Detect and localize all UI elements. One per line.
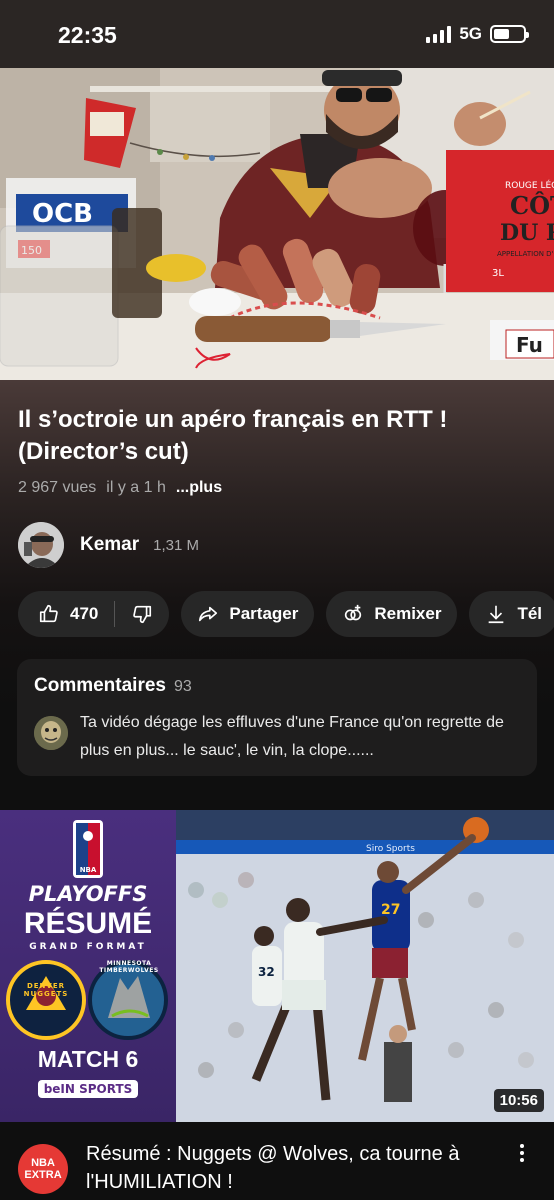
duration-badge: 10:56 xyxy=(493,1089,544,1112)
video-frame: ROUGE LÉG CÔTE DU RHÔ APPELLATION D'ORIG… xyxy=(0,68,554,380)
comments-header: Commentaires 93 xyxy=(34,675,192,697)
status-icons: 5G xyxy=(426,24,529,44)
jersey-number-right: 27 xyxy=(381,902,400,918)
avatar[interactable] xyxy=(18,522,64,568)
nba-extra-line2: EXTRA xyxy=(24,1169,62,1181)
basketball-photo: Siro Sports 27 32 xyxy=(176,810,554,1122)
thumbnail-promo-panel: NBA PLAYOFFS RÉSUMÉ GRAND FORMAT DENVER … xyxy=(0,810,176,1122)
top-comment-text: Ta vidéo dégage les effluves d'une Franc… xyxy=(80,714,504,759)
share-button[interactable]: Partager xyxy=(181,591,315,637)
comment-avatar-image xyxy=(34,716,68,750)
bottle-volume: 3L xyxy=(492,268,504,279)
download-icon xyxy=(485,603,507,625)
download-label: Tél xyxy=(517,604,543,623)
promo-resume: RÉSUMÉ xyxy=(23,907,153,940)
view-count: 2 967 vues xyxy=(18,479,97,496)
nba-logo-text: NBA xyxy=(80,866,97,874)
bottle-label-top: ROUGE LÉG xyxy=(505,179,554,191)
section-separator xyxy=(0,790,554,810)
channel-name[interactable]: Kemar xyxy=(80,534,139,556)
video-player[interactable]: ROUGE LÉG CÔTE DU RHÔ APPELLATION D'ORIG… xyxy=(0,68,554,380)
channel-row[interactable]: Kemar 1,31 M xyxy=(18,522,199,568)
share-label: Partager xyxy=(229,604,299,623)
share-icon xyxy=(197,603,219,625)
remix-button[interactable]: Remixer xyxy=(326,591,458,637)
promo-team-right: MINNESOTA TIMBERWOLVES xyxy=(99,960,159,974)
nba-extra-line1: NBA xyxy=(31,1157,55,1169)
promo-team-left: DENVER NUGGETS xyxy=(23,982,69,998)
bottle-label-main: CÔTE xyxy=(510,191,554,220)
comments-card[interactable]: Commentaires 93 Ta vidéo dégage les efflu… xyxy=(17,659,537,776)
thumbs-down-icon[interactable] xyxy=(131,603,153,625)
battery-icon xyxy=(490,25,529,43)
video-title[interactable]: Il s’octroie un apéro français en RTT ! … xyxy=(18,404,518,468)
comments-label: Commentaires xyxy=(34,675,166,696)
promo-format: GRAND FORMAT xyxy=(29,942,147,952)
status-time: 22:35 xyxy=(58,22,117,48)
like-divider xyxy=(114,601,116,627)
subscriber-count: 1,31 M xyxy=(153,536,200,554)
comment-avatar xyxy=(34,716,68,750)
next-video-title[interactable]: Résumé : Nuggets @ Wolves, ca tourne à l… xyxy=(86,1140,486,1196)
remix-icon xyxy=(342,603,364,625)
next-video-row[interactable]: NBA EXTRA Résumé : Nuggets @ Wolves, ca … xyxy=(0,1122,554,1200)
download-button[interactable]: Tél xyxy=(469,591,554,637)
avatar[interactable]: NBA EXTRA xyxy=(18,1144,68,1194)
promo-playoffs: PLAYOFFS xyxy=(28,882,148,906)
thumbnail-action-photo: Siro Sports 27 32 10:56 xyxy=(176,810,554,1122)
like-dislike-group: 470 xyxy=(18,591,170,637)
promo-broadcaster: beIN SPORTS xyxy=(38,1080,138,1098)
jersey-number-left: 32 xyxy=(258,965,275,979)
status-bar: 22:35 5G xyxy=(0,0,554,68)
network-type: 5G xyxy=(459,24,482,43)
signal-icon xyxy=(426,25,452,43)
action-bar: 470 Partager Remixer Tél xyxy=(18,591,554,637)
upload-age: il y a 1 h xyxy=(106,479,166,496)
remix-label: Remixer xyxy=(374,604,442,623)
video-meta[interactable]: 2 967 vues il y a 1 h ...plus xyxy=(18,479,222,497)
channel-avatar-image xyxy=(18,522,64,568)
arena-banner: Siro Sports xyxy=(366,844,415,854)
bottle-label-small: APPELLATION D'ORIG xyxy=(497,250,554,258)
more-link[interactable]: ...plus xyxy=(176,479,222,497)
bottle-label-sub: DU RHÔ xyxy=(500,219,554,246)
thumbs-up-icon[interactable] xyxy=(38,603,60,625)
next-video-thumbnail[interactable]: NBA PLAYOFFS RÉSUMÉ GRAND FORMAT DENVER … xyxy=(0,810,554,1122)
promo-match: MATCH 6 xyxy=(37,1046,139,1072)
more-options-icon[interactable] xyxy=(520,1144,524,1162)
box-text: Fu xyxy=(516,333,543,357)
papers-brand: OCB xyxy=(32,199,93,229)
like-count[interactable]: 470 xyxy=(70,604,98,624)
comments-count: 93 xyxy=(174,678,192,695)
